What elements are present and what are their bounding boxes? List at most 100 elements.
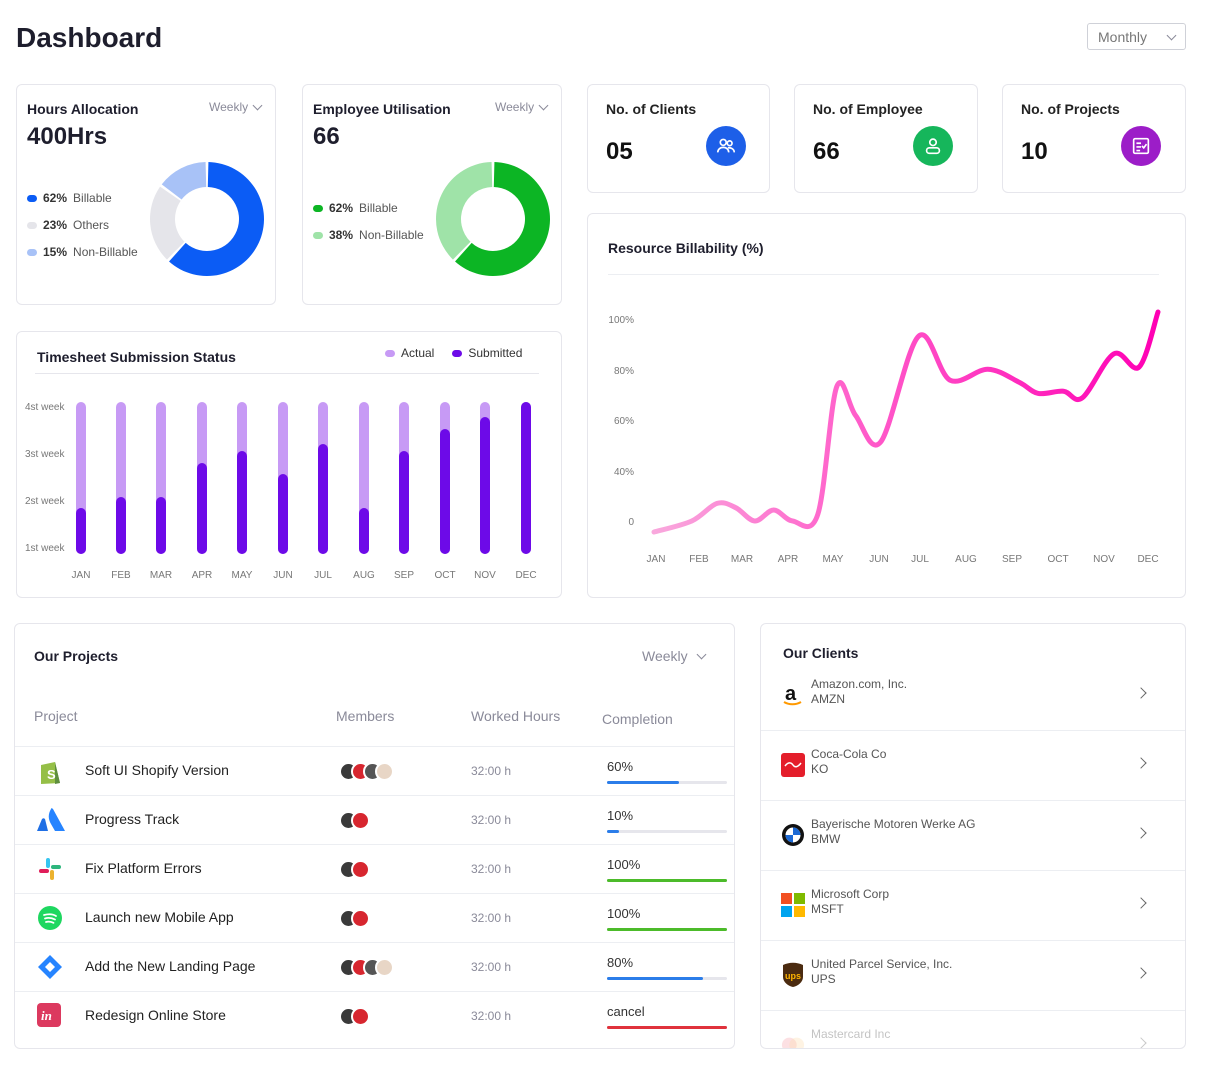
completion-progress-fill [607,977,703,980]
cocacola-icon [781,753,805,777]
period-select[interactable]: Monthly [1087,23,1186,50]
list-item[interactable]: Mastercard Inc [761,1011,1185,1048]
client-ticker: UPS [811,972,836,986]
avatar[interactable] [351,909,370,928]
hours-donut-chart [150,162,264,276]
donut-slice-non-billable [436,162,493,260]
legend-pct: 23% [43,218,68,232]
clients-icon [706,126,746,166]
chevron-right-icon[interactable] [1135,827,1147,839]
stat-label: No. of Projects [1021,101,1120,117]
utilisation-donut-chart [436,162,550,276]
billability-x-tick: JUN [869,554,888,565]
timesheet-y-label: 1st week [25,543,65,554]
spotify-icon [37,905,63,936]
projects-title: Our Projects [34,648,119,664]
col-project: Project [34,708,78,724]
col-members: Members [336,708,395,724]
chevron-right-icon[interactable] [1135,687,1147,699]
billability-y-tick: 0 [628,517,634,528]
client-info: Coca-Cola Co KO [811,747,886,777]
completion-progress-bar [607,977,727,980]
list-item[interactable]: a Amazon.com, Inc. AMZN [761,661,1185,731]
list-item[interactable]: ups United Parcel Service, Inc. UPS [761,941,1185,1011]
utilisation-card: Employee Utilisation Weekly 66 62% Billab… [302,84,562,305]
atlassian-icon [37,807,65,838]
project-name[interactable]: Launch new Mobile App [85,909,234,925]
completion-progress-bar [607,928,727,931]
stat-card-projects: No. of Projects 10 [1002,84,1186,193]
hours-period-label: Weekly [209,100,249,114]
project-name[interactable]: Progress Track [85,811,179,827]
worked-hours: 32:00 h [471,813,512,827]
submitted-bar [197,462,207,554]
legend-pct: 15% [43,245,68,259]
legend-pct: 62% [329,201,354,215]
timesheet-y-label: 2st week [25,496,65,507]
billability-y-tick: 80% [614,366,634,377]
worked-hours: 32:00 h [471,911,512,925]
projects-period-dropdown[interactable]: Weekly [642,648,707,664]
project-name[interactable]: Redesign Online Store [85,1007,226,1023]
table-row[interactable]: Progress Track 32:00 h 10% [15,795,734,844]
timesheet-x-label: MAY [231,570,253,581]
billability-x-tick: MAR [731,554,753,565]
submitted-bar [318,443,328,554]
completion-progress-bar [607,1026,727,1029]
hours-period-dropdown[interactable]: Weekly [209,100,263,114]
client-info: Microsoft Corp MSFT [811,887,889,917]
list-item[interactable]: Coca-Cola Co KO [761,731,1185,801]
hours-legend: 62% Billable 23% Others 15% Non-Billable [27,191,138,272]
client-name: Microsoft Corp [811,887,890,901]
worked-hours: 32:00 h [471,960,512,974]
project-name[interactable]: Fix Platform Errors [85,860,202,876]
avatar[interactable] [351,1007,370,1026]
completion-progress-bar [607,830,727,833]
avatar[interactable] [351,811,370,830]
submitted-bar [440,428,450,554]
hours-title: Hours Allocation [27,101,139,117]
jira-icon [37,954,63,985]
completion-value: 60% [607,759,634,774]
chevron-right-icon[interactable] [1135,897,1147,909]
chevron-right-icon[interactable] [1135,757,1147,769]
client-info: Mastercard Inc [811,1027,890,1042]
avatar[interactable] [351,860,370,879]
completion-progress-fill [607,781,679,784]
legend-item: 15% Non-Billable [27,245,138,259]
timesheet-x-label: JAN [71,570,91,581]
table-row[interactable]: S Soft UI Shopify Version 32:00 h 60% [15,746,734,795]
amazon-icon: a [781,683,805,707]
chevron-down-icon [696,649,707,660]
table-row[interactable]: Add the New Landing Page 32:00 h 80% [15,942,734,991]
avatar[interactable] [375,958,394,977]
completion-progress-fill [607,1026,727,1029]
submitted-bar [76,508,86,554]
list-item[interactable]: Bayerische Motoren Werke AG BMW [761,801,1185,871]
client-ticker: AMZN [811,692,845,706]
list-item[interactable]: Microsoft Corp MSFT [761,871,1185,941]
clients-title: Our Clients [783,645,859,661]
legend-swatch [313,204,323,212]
submitted-bar [156,497,166,554]
project-name[interactable]: Soft UI Shopify Version [85,762,229,778]
timesheet-x-label: FEB [111,570,131,581]
member-avatars [339,762,394,781]
table-row[interactable]: in Redesign Online Store 32:00 h cancel [15,991,734,1040]
legend-label: Billable [73,191,112,205]
svg-text:in: in [41,1008,52,1023]
table-row[interactable]: Launch new Mobile App 32:00 h 100% [15,893,734,942]
completion-progress-fill [607,879,727,882]
stat-label: No. of Clients [606,101,697,117]
timesheet-card: Timesheet Submission Status Actual Submi… [16,331,562,598]
legend-label: Others [73,218,110,232]
chevron-right-icon[interactable] [1135,967,1147,979]
completion-progress-bar [607,879,727,882]
project-name[interactable]: Add the New Landing Page [85,958,255,974]
stat-value: 10 [1021,138,1048,165]
projects-icon [1121,126,1161,166]
table-row[interactable]: Fix Platform Errors 32:00 h 100% [15,844,734,893]
avatar[interactable] [375,762,394,781]
chevron-right-icon[interactable] [1135,1037,1147,1048]
utilisation-period-dropdown[interactable]: Weekly [495,100,549,114]
